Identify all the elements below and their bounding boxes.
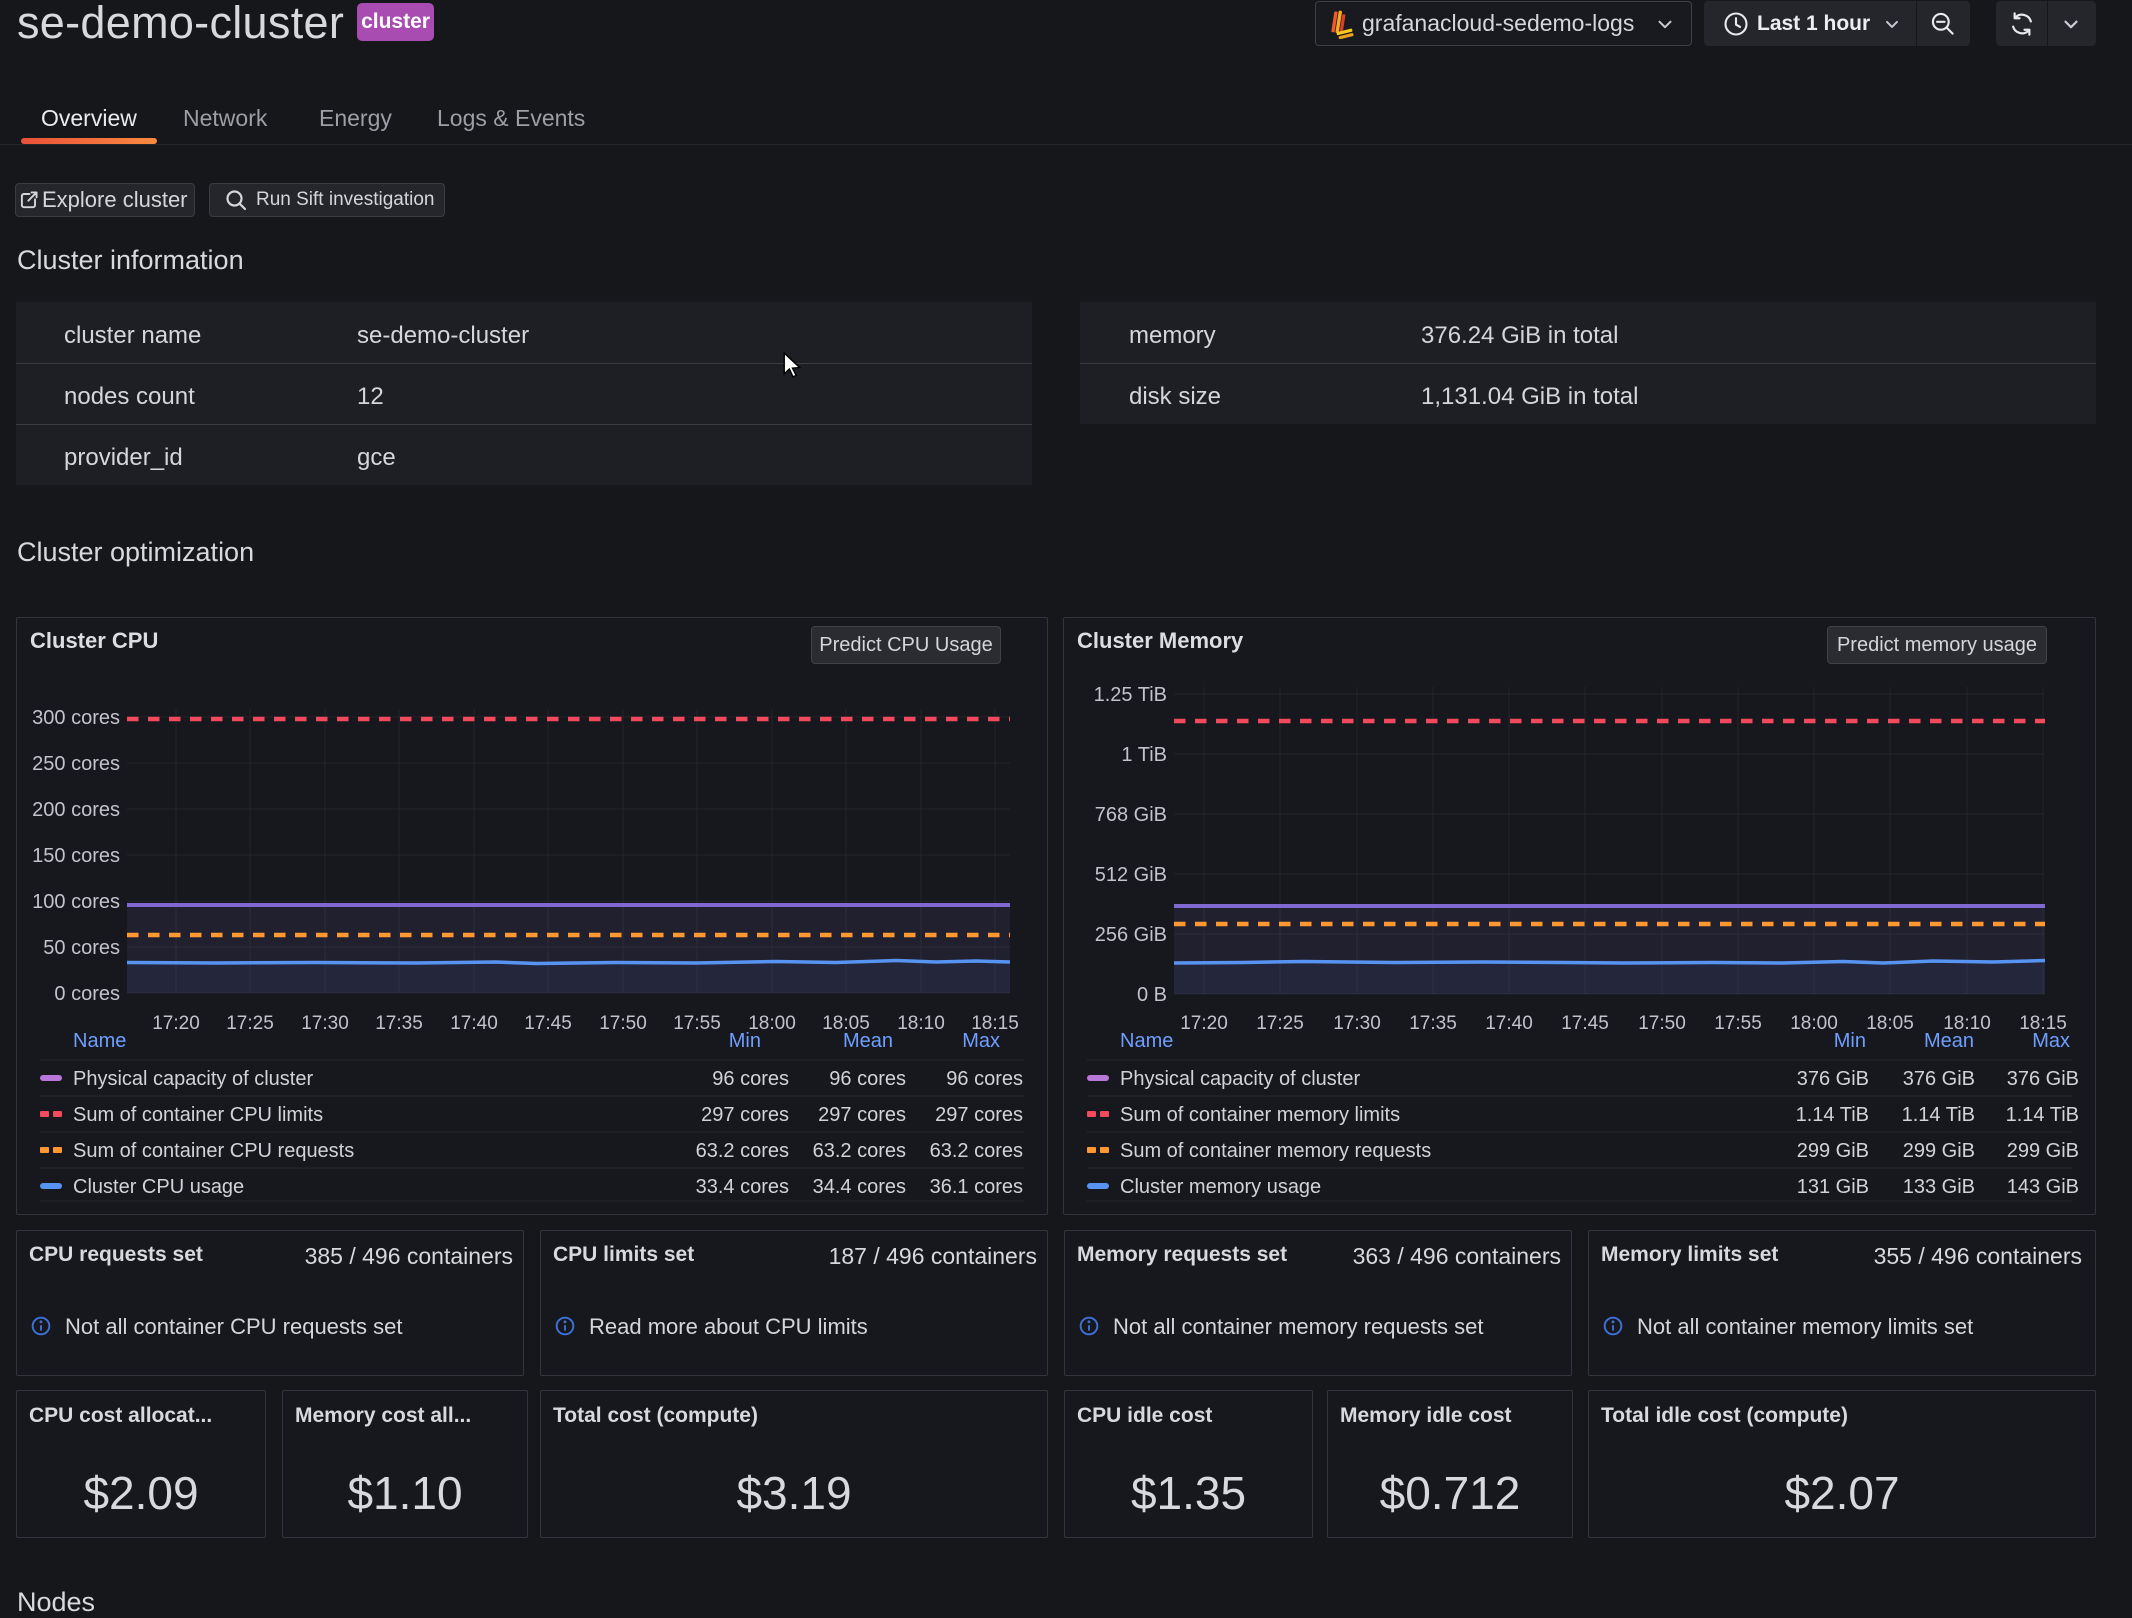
svg-text:768 GiB: 768 GiB	[1095, 804, 1167, 826]
svg-text:376 GiB: 376 GiB	[1797, 1068, 1869, 1090]
svg-text:17:20: 17:20	[1180, 1013, 1228, 1034]
svg-text:299 GiB: 299 GiB	[1903, 1140, 1975, 1162]
svg-text:17:40: 17:40	[450, 1013, 498, 1034]
svg-text:Max: Max	[962, 1030, 1000, 1052]
svg-text:17:35: 17:35	[1409, 1013, 1457, 1034]
svg-text:0 cores: 0 cores	[54, 983, 120, 1005]
svg-text:Name: Name	[73, 1030, 126, 1052]
svg-text:Sum of container CPU limits: Sum of container CPU limits	[73, 1104, 323, 1126]
svg-text:17:30: 17:30	[301, 1013, 349, 1034]
svg-text:17:45: 17:45	[524, 1013, 572, 1034]
svg-text:297 cores: 297 cores	[818, 1104, 906, 1126]
svg-text:1 TiB: 1 TiB	[1121, 744, 1167, 766]
svg-text:299 GiB: 299 GiB	[2007, 1140, 2079, 1162]
svg-text:133 GiB: 133 GiB	[1903, 1176, 1975, 1198]
svg-text:17:20: 17:20	[152, 1013, 200, 1034]
svg-text:17:25: 17:25	[226, 1013, 274, 1034]
svg-text:17:50: 17:50	[599, 1013, 647, 1034]
svg-text:512 GiB: 512 GiB	[1095, 864, 1167, 886]
svg-text:63.2 cores: 63.2 cores	[696, 1140, 789, 1162]
svg-text:Sum of container memory limits: Sum of container memory limits	[1120, 1104, 1400, 1126]
svg-text:17:25: 17:25	[1256, 1013, 1304, 1034]
svg-text:17:45: 17:45	[1561, 1013, 1609, 1034]
svg-text:376 GiB: 376 GiB	[1903, 1068, 1975, 1090]
svg-text:50 cores: 50 cores	[43, 937, 120, 959]
svg-text:Min: Min	[729, 1030, 761, 1052]
svg-text:17:50: 17:50	[1638, 1013, 1686, 1034]
svg-text:200 cores: 200 cores	[32, 799, 120, 821]
svg-text:131 GiB: 131 GiB	[1797, 1176, 1869, 1198]
svg-text:17:30: 17:30	[1333, 1013, 1381, 1034]
svg-text:17:55: 17:55	[673, 1013, 721, 1034]
svg-text:63.2 cores: 63.2 cores	[813, 1140, 906, 1162]
svg-text:1.14 TiB: 1.14 TiB	[2006, 1104, 2079, 1126]
svg-text:Cluster memory usage: Cluster memory usage	[1120, 1176, 1321, 1198]
svg-text:Mean: Mean	[1924, 1030, 1974, 1052]
svg-text:Min: Min	[1834, 1030, 1866, 1052]
svg-text:1.14 TiB: 1.14 TiB	[1796, 1104, 1869, 1126]
svg-text:96 cores: 96 cores	[712, 1068, 789, 1090]
svg-text:34.4 cores: 34.4 cores	[813, 1176, 906, 1198]
svg-text:143 GiB: 143 GiB	[2007, 1176, 2079, 1198]
svg-text:Physical capacity of cluster: Physical capacity of cluster	[1120, 1068, 1360, 1090]
svg-text:18:00: 18:00	[1790, 1013, 1838, 1034]
svg-text:297 cores: 297 cores	[701, 1104, 789, 1126]
svg-text:Max: Max	[2032, 1030, 2070, 1052]
svg-text:Mean: Mean	[843, 1030, 893, 1052]
svg-text:96 cores: 96 cores	[946, 1068, 1023, 1090]
svg-text:256 GiB: 256 GiB	[1095, 924, 1167, 946]
svg-text:100 cores: 100 cores	[32, 891, 120, 913]
svg-text:18:05: 18:05	[1866, 1013, 1914, 1034]
svg-text:Physical capacity of cluster: Physical capacity of cluster	[73, 1068, 313, 1090]
svg-text:299 GiB: 299 GiB	[1797, 1140, 1869, 1162]
svg-text:17:35: 17:35	[375, 1013, 423, 1034]
svg-text:300 cores: 300 cores	[32, 707, 120, 729]
svg-text:150 cores: 150 cores	[32, 845, 120, 867]
svg-text:297 cores: 297 cores	[935, 1104, 1023, 1126]
svg-text:36.1 cores: 36.1 cores	[930, 1176, 1023, 1198]
svg-text:96 cores: 96 cores	[829, 1068, 906, 1090]
svg-text:18:10: 18:10	[897, 1013, 945, 1034]
svg-text:376 GiB: 376 GiB	[2007, 1068, 2079, 1090]
svg-text:17:40: 17:40	[1485, 1013, 1533, 1034]
svg-text:33.4 cores: 33.4 cores	[696, 1176, 789, 1198]
svg-text:250 cores: 250 cores	[32, 753, 120, 775]
svg-text:1.25 TiB: 1.25 TiB	[1094, 684, 1167, 706]
svg-text:Sum of container CPU requests: Sum of container CPU requests	[73, 1140, 354, 1162]
svg-text:Sum of container memory reques: Sum of container memory requests	[1120, 1140, 1431, 1162]
svg-text:Name: Name	[1120, 1030, 1173, 1052]
svg-text:Cluster CPU usage: Cluster CPU usage	[73, 1176, 244, 1198]
svg-text:17:55: 17:55	[1714, 1013, 1762, 1034]
svg-text:0 B: 0 B	[1137, 984, 1167, 1006]
svg-text:63.2 cores: 63.2 cores	[930, 1140, 1023, 1162]
svg-text:1.14 TiB: 1.14 TiB	[1902, 1104, 1975, 1126]
